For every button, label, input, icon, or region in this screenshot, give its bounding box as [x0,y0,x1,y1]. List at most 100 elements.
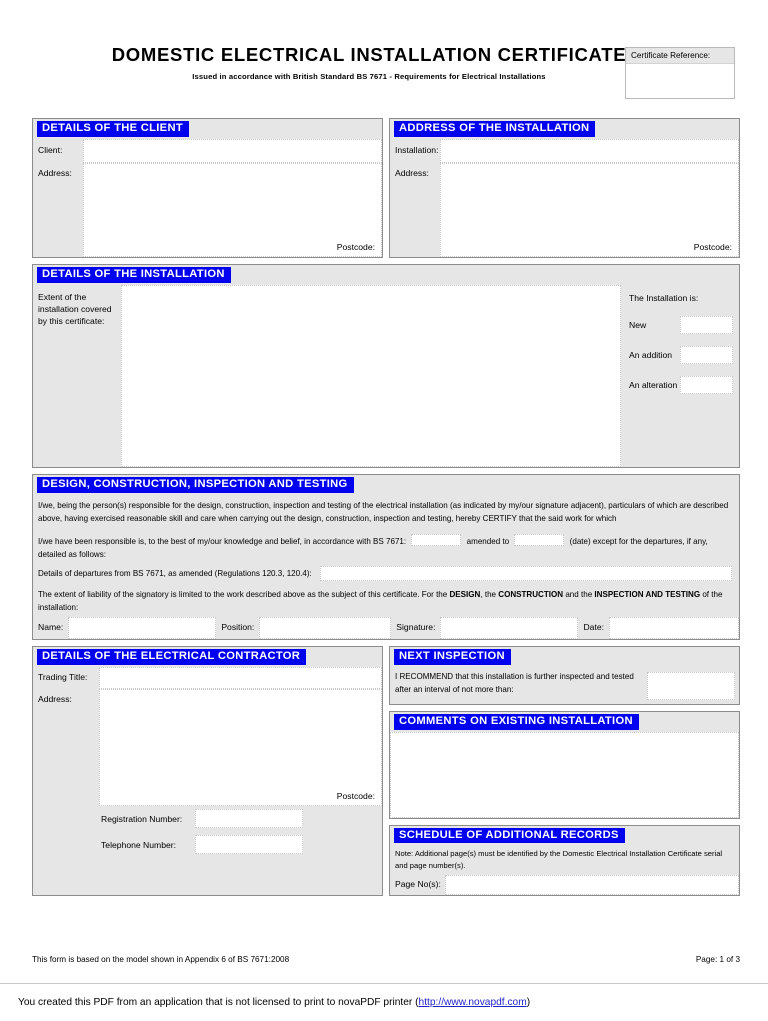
contractor-heading-row: DETAILS OF THE ELECTRICAL CONTRACTOR [33,646,382,667]
name-input[interactable] [68,616,217,639]
installation-address-section: ADDRESS OF THE INSTALLATION Installation… [389,118,740,258]
footer-left-text: This form is based on the model shown in… [32,955,290,964]
option-checkbox-alteration[interactable] [680,375,733,394]
next-inspection-heading-row: NEXT INSPECTION [390,646,739,667]
certificate-reference-input[interactable] [626,64,734,95]
page-nos-label: Page No(s): [395,878,441,889]
design-section: DESIGN, CONSTRUCTION, INSPECTION AND TES… [32,473,740,640]
contractor-address-row: Address: Postcode: [33,688,382,806]
design-heading: DESIGN, CONSTRUCTION, INSPECTION AND TES… [37,476,354,493]
telephone-number-label: Telephone Number: [101,839,177,850]
option-checkbox-addition[interactable] [680,345,733,364]
telephone-number-input[interactable] [195,835,303,855]
extent-label: Extent of the installation covered by th… [33,284,121,467]
liability-part1: The extent of liability of the signatory… [38,589,450,599]
client-name-input[interactable] [83,138,382,163]
date-label: Date: [578,616,610,639]
comments-heading-row: COMMENTS ON EXISTING INSTALLATION [390,711,739,732]
installation-postcode-label: Postcode: [693,241,732,252]
client-address-input[interactable]: Postcode: [83,162,382,257]
page-header: DOMESTIC ELECTRICAL INSTALLATION CERTIFI… [0,0,768,108]
registration-number-row: Registration Number: [33,805,382,832]
contractor-postcode-label: Postcode: [336,790,375,801]
novapdf-prefix: You created this PDF from an application… [18,997,419,1008]
next-inspection-text: I RECOMMEND that this installation is fu… [395,671,634,694]
installation-address-input[interactable]: Postcode: [440,162,739,257]
comments-heading: COMMENTS ON EXISTING INSTALLATION [394,713,639,730]
amended-to-date-input[interactable] [514,533,565,546]
registration-number-input[interactable] [195,809,303,829]
next-inspection-section: NEXT INSPECTION I RECOMMEND that this in… [389,645,740,705]
design-paragraph-1: I/we, being the person(s) responsible fo… [33,494,739,528]
option-checkbox-new[interactable] [680,315,733,334]
schedule-heading-row: SCHEDULE OF ADDITIONAL RECORDS [390,825,739,846]
next-inspection-body: I RECOMMEND that this installation is fu… [390,666,739,704]
signatory-row: Name: Position: Signature: Date: [33,616,739,639]
contractor-section: DETAILS OF THE ELECTRICAL CONTRACTOR Tra… [32,645,383,896]
certificate-page: DOMESTIC ELECTRICAL INSTALLATION CERTIFI… [0,0,768,1021]
schedule-note: Note: Additional page(s) must be identif… [390,845,739,875]
name-label: Name: [33,616,69,639]
option-label-alteration: An alteration [629,379,678,390]
footer-page-number: Page: 1 of 3 [695,955,740,964]
installation-address-heading: ADDRESS OF THE INSTALLATION [394,121,596,137]
right-column: NEXT INSPECTION I RECOMMEND that this in… [389,645,740,896]
installation-address-row: Address: Postcode: [390,162,739,257]
installation-type-group: The Installation is: New An addition An … [621,284,739,467]
installation-name-row: Installation: [390,138,739,163]
trading-title-label: Trading Title: [33,666,99,689]
page-nos-input[interactable] [444,874,739,895]
installation-type-option-new: New [629,315,739,334]
option-label-new: New [629,319,647,330]
installation-details-section: DETAILS OF THE INSTALLATION Extent of th… [32,263,740,468]
contractor-address-label: Address: [33,688,99,806]
contractor-heading: DETAILS OF THE ELECTRICAL CONTRACTOR [37,648,307,665]
liability-paragraph: The extent of liability of the signatory… [33,583,739,617]
schedule-heading: SCHEDULE OF ADDITIONAL RECORDS [394,827,625,844]
liability-bold-inspection-testing: INSPECTION AND TESTING [594,589,701,599]
liability-part3: and the [563,589,595,599]
contractor-address-input[interactable]: Postcode: [99,688,382,806]
signature-input[interactable] [440,616,579,639]
client-name-row: Client: [33,138,382,163]
schedule-section: SCHEDULE OF ADDITIONAL RECORDS Note: Add… [389,824,740,896]
comments-section: COMMENTS ON EXISTING INSTALLATION [389,710,740,819]
client-name-label: Client: [33,138,83,163]
design-paragraph-2: I/we have been responsible is, to the be… [33,527,739,564]
departures-input[interactable] [319,565,732,581]
client-heading-row: DETAILS OF THE CLIENT [33,119,382,139]
extent-input[interactable] [121,284,621,467]
novapdf-link[interactable]: http://www.novapdf.com [419,997,527,1008]
trading-title-input[interactable] [99,666,382,689]
position-input[interactable] [259,616,392,639]
installation-address-heading-row: ADDRESS OF THE INSTALLATION [390,119,739,139]
departures-label: Details of departures from BS 7671, as a… [38,568,312,578]
client-postcode-label: Postcode: [336,241,375,252]
installation-details-body: Extent of the installation covered by th… [33,284,739,467]
bs7671-edition-input[interactable] [411,533,462,546]
installation-type-option-alteration: An alteration [629,375,739,394]
next-inspection-interval-input[interactable] [647,671,735,700]
comments-input[interactable] [390,731,739,818]
certificate-reference-label: Certificate Reference: [626,48,734,64]
option-label-addition: An addition [629,349,673,360]
page-nos-row: Page No(s): [390,874,739,895]
installation-details-heading-row: DETAILS OF THE INSTALLATION [33,264,739,285]
installation-name-label: Installation: [390,138,440,163]
liability-bold-design: DESIGN [449,589,481,599]
bottom-columns: DETAILS OF THE ELECTRICAL CONTRACTOR Tra… [32,645,740,896]
position-label: Position: [216,616,260,639]
installation-type-option-addition: An addition [629,345,739,364]
installation-type-title: The Installation is: [629,292,699,303]
certificate-reference-box: Certificate Reference: [625,47,735,99]
footer-divider [0,983,768,984]
liability-bold-construction: CONSTRUCTION [498,589,564,599]
client-address-label: Address: [33,162,83,257]
date-input[interactable] [609,616,739,639]
design-para2-part2: amended to [466,536,510,546]
installation-name-input[interactable] [440,138,739,163]
page-footer: This form is based on the model shown in… [32,955,740,964]
design-para2-part1: I/we have been responsible is, to the be… [38,536,407,546]
liability-part2: , the [480,589,499,599]
next-inspection-heading: NEXT INSPECTION [394,648,511,665]
